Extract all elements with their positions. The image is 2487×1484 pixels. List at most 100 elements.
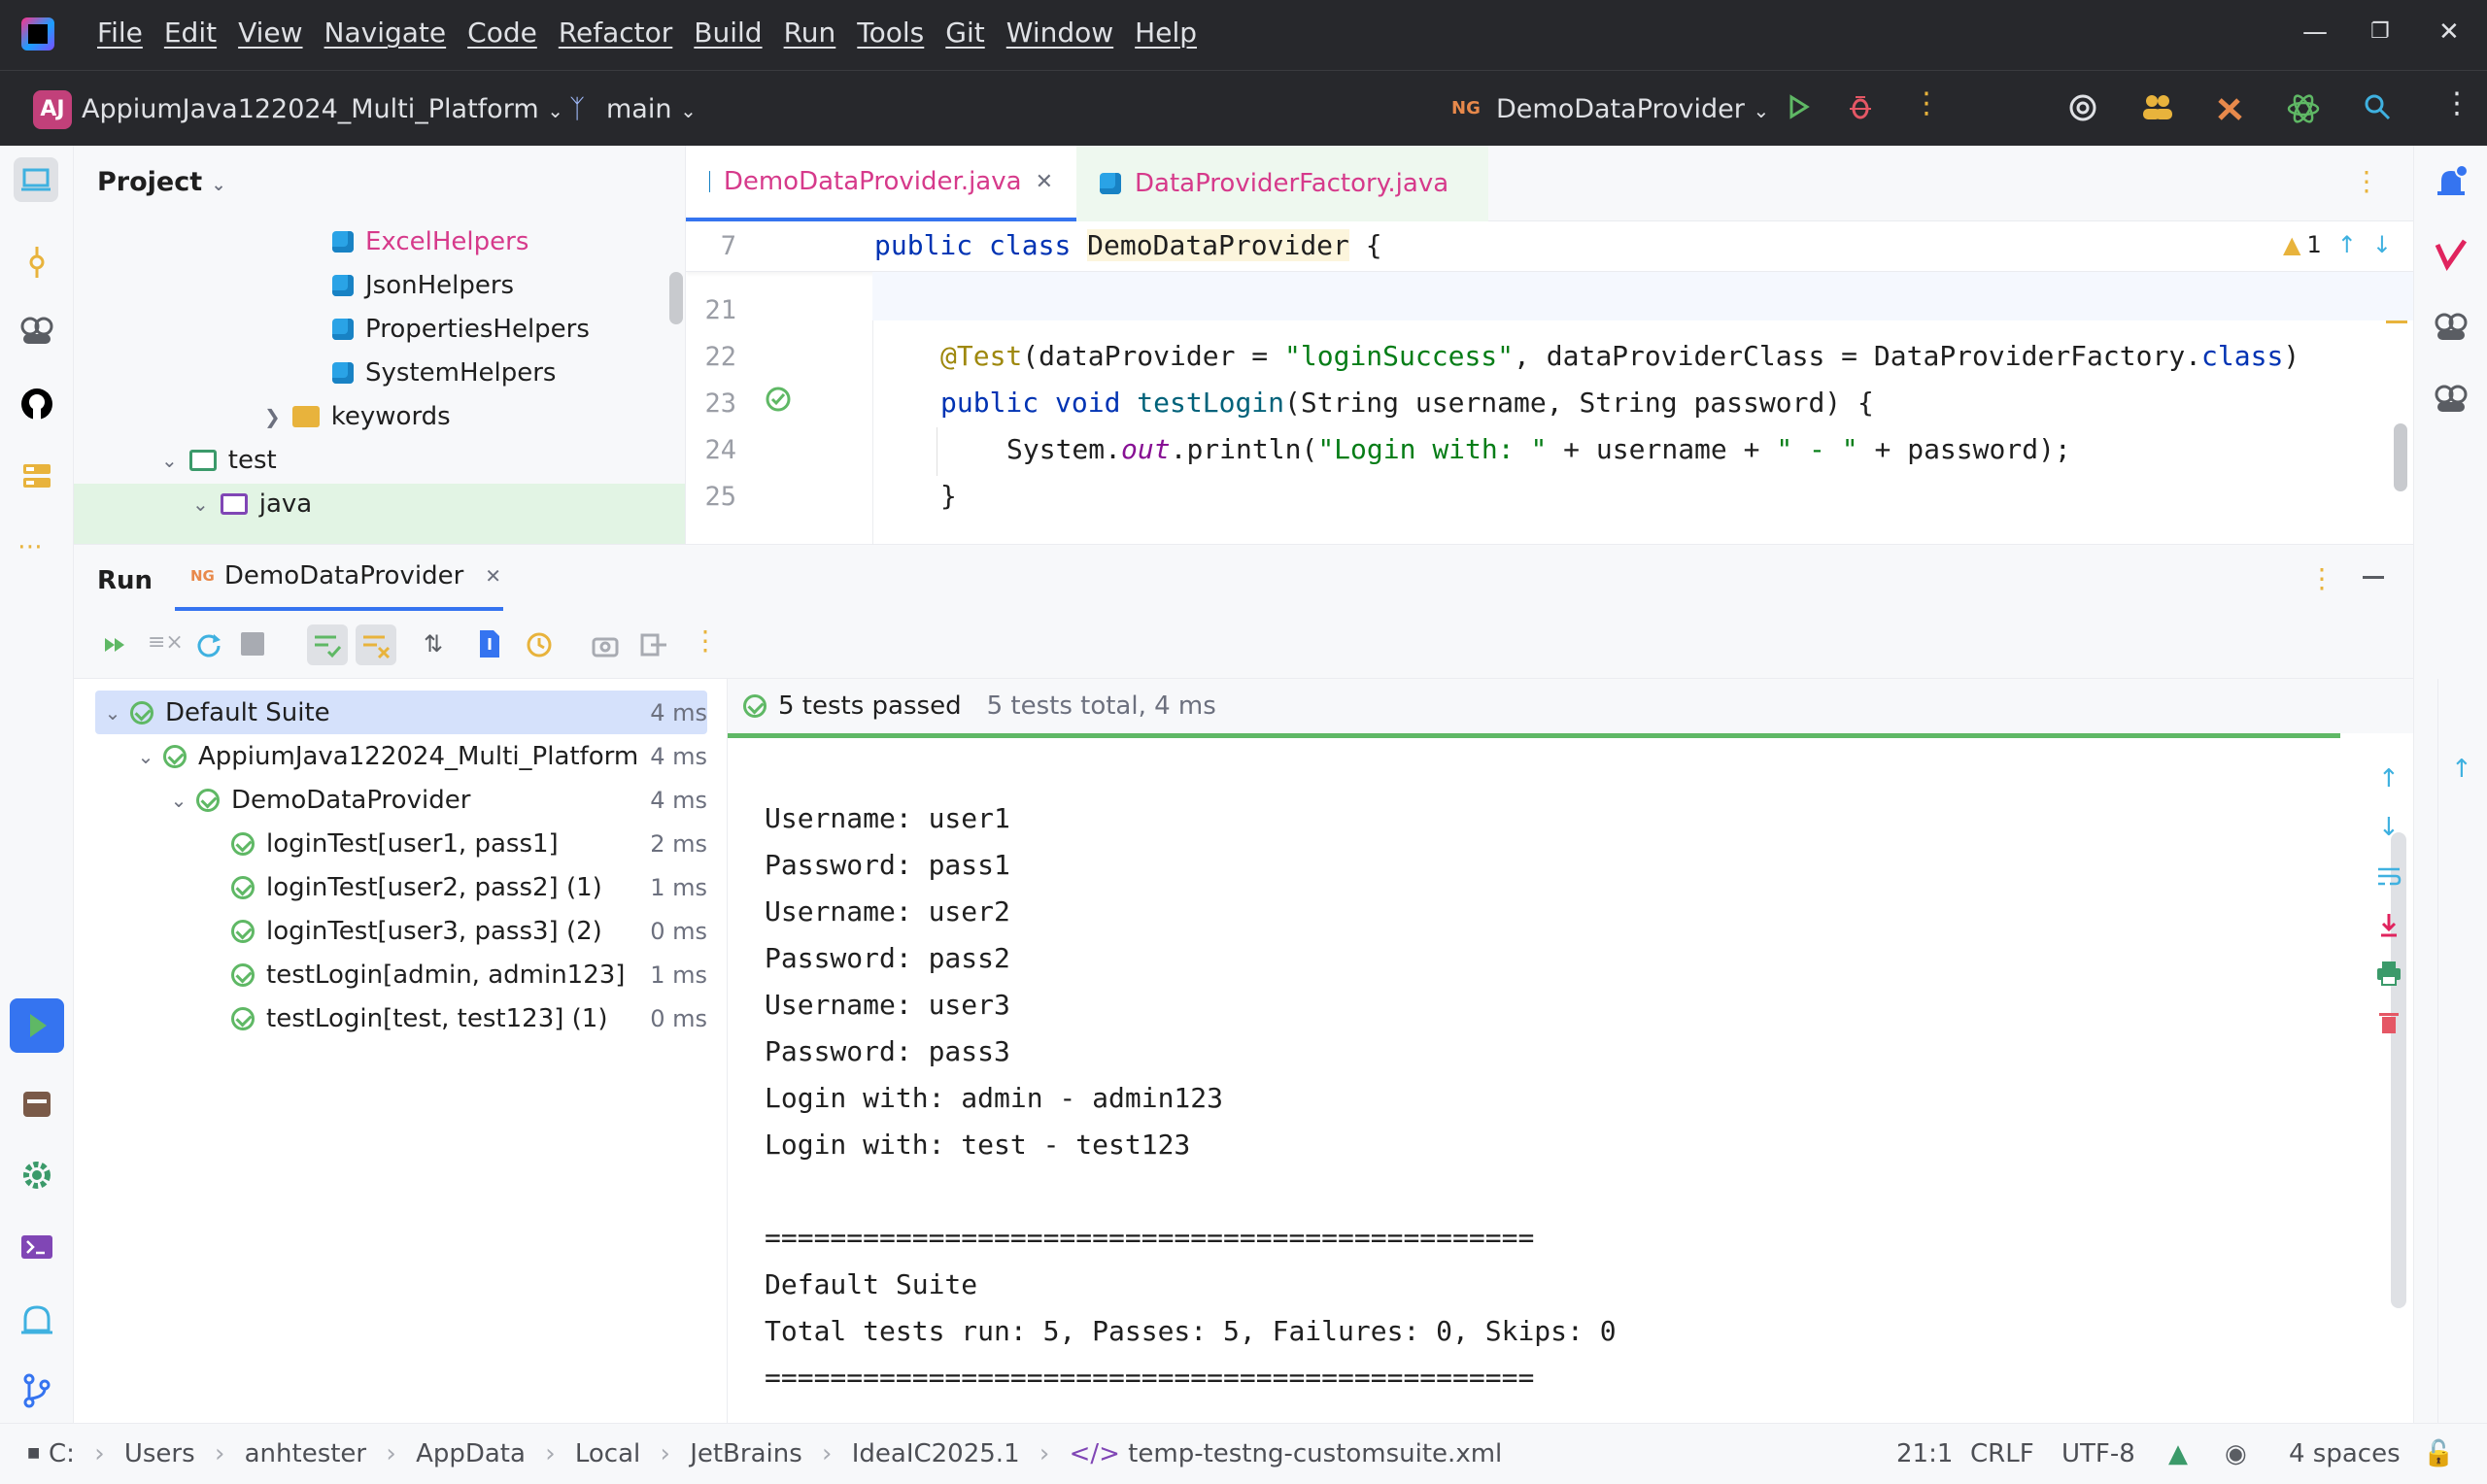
debug-icon[interactable] bbox=[1846, 92, 1875, 121]
tree-item-test[interactable]: ⌄ test bbox=[161, 446, 277, 475]
vivid-plugin-icon[interactable] bbox=[2432, 235, 2470, 274]
arrow-down-icon[interactable]: ↓ bbox=[2378, 813, 2400, 842]
menu-edit[interactable]: Edit bbox=[164, 17, 217, 49]
warning-stripe[interactable] bbox=[2386, 320, 2407, 323]
minimize-button[interactable]: — bbox=[2302, 17, 2328, 47]
test-row-project[interactable]: ⌄ AppiumJava122024_Multi_Platform 4 ms bbox=[128, 734, 707, 778]
menu-view[interactable]: View bbox=[238, 17, 302, 49]
more-tools-icon[interactable]: ⋯ bbox=[17, 532, 43, 561]
build-tools-icon[interactable] bbox=[2215, 92, 2246, 123]
breadcrumb-item[interactable]: IdeaIC2025.1 bbox=[852, 1439, 1020, 1468]
close-tab-icon[interactable]: ✕ bbox=[485, 564, 501, 588]
line-separator[interactable]: CRLF bbox=[1970, 1439, 2034, 1468]
project-tool-icon[interactable] bbox=[14, 157, 58, 202]
clear-tests-icon[interactable]: ≡× bbox=[148, 630, 184, 655]
export-icon[interactable] bbox=[639, 630, 668, 659]
project-panel-header[interactable]: Project ⌄ bbox=[97, 167, 226, 197]
copilot-agent-icon[interactable] bbox=[2432, 379, 2470, 418]
breadcrumb-item[interactable]: C: bbox=[49, 1439, 75, 1468]
editor-scrollbar[interactable] bbox=[2394, 423, 2407, 491]
breadcrumb-item[interactable]: JetBrains bbox=[690, 1439, 802, 1468]
tree-item-excelhelpers[interactable]: ExcelHelpers bbox=[332, 227, 528, 256]
run-options-icon[interactable]: ⋮ bbox=[2308, 562, 2335, 594]
inspection-widget[interactable]: ▲ 1 ↑ ↓ bbox=[2283, 231, 2392, 258]
tab-demodataprovider-run[interactable]: NG DemoDataProvider ✕ bbox=[175, 545, 503, 611]
test-passed-gutter-icon[interactable] bbox=[764, 385, 793, 414]
lock-icon[interactable]: 🔓 bbox=[2423, 1439, 2454, 1468]
tree-icon[interactable]: ▲ bbox=[2168, 1439, 2188, 1468]
project-badge[interactable]: AJ bbox=[33, 90, 72, 129]
import-tests-icon[interactable] bbox=[476, 628, 503, 659]
caret-position[interactable]: 21:1 bbox=[1896, 1439, 1953, 1468]
menu-help[interactable]: Help bbox=[1135, 17, 1197, 49]
arrow-up-icon[interactable]: ↑ bbox=[2337, 231, 2357, 258]
commit-icon[interactable] bbox=[17, 243, 56, 282]
test-row-default-suite[interactable]: ⌄ Default Suite 4 ms bbox=[95, 691, 707, 734]
print-icon[interactable] bbox=[2374, 959, 2403, 988]
restore-button[interactable]: ❐ bbox=[2370, 19, 2390, 44]
git-icon[interactable] bbox=[17, 1371, 56, 1410]
arrow-up-icon[interactable]: ↑ bbox=[2378, 764, 2400, 793]
test-row-class[interactable]: ⌄ DemoDataProvider 4 ms bbox=[161, 778, 707, 822]
menu-build[interactable]: Build bbox=[694, 17, 762, 49]
menu-tools[interactable]: Tools bbox=[857, 17, 924, 49]
ai-assistant-icon[interactable] bbox=[2067, 92, 2098, 123]
project-scrollbar[interactable] bbox=[669, 272, 683, 324]
show-ignored-toggle[interactable] bbox=[356, 624, 396, 665]
services-icon[interactable] bbox=[17, 1084, 56, 1123]
console-scrollbar[interactable] bbox=[2391, 832, 2406, 1308]
breadcrumb-item[interactable]: Local bbox=[575, 1439, 640, 1468]
test-row[interactable]: loginTest[user2, pass2] (1) 1 ms bbox=[231, 865, 707, 909]
test-row[interactable]: loginTest[user3, pass3] (2) 0 ms bbox=[231, 909, 707, 953]
run-config-selector[interactable]: DemoDataProvider ⌄ bbox=[1496, 94, 1769, 124]
breadcrumb-item[interactable]: AppData bbox=[416, 1439, 526, 1468]
project-selector[interactable]: AppiumJava122024_Multi_Platform ⌄ bbox=[82, 94, 563, 124]
settings-gear-icon[interactable] bbox=[17, 1156, 56, 1195]
close-window-button[interactable]: ✕ bbox=[2438, 17, 2460, 47]
structure-icon[interactable] bbox=[17, 456, 56, 495]
problems-icon[interactable] bbox=[17, 1299, 56, 1338]
show-passed-toggle[interactable] bbox=[307, 624, 348, 665]
clear-all-icon[interactable] bbox=[2374, 1007, 2403, 1036]
screenshot-icon[interactable] bbox=[591, 630, 620, 659]
more-actions-icon[interactable]: ⋮ bbox=[1912, 86, 1941, 120]
test-row[interactable]: loginTest[user1, pass1] 2 ms bbox=[231, 822, 707, 865]
notifications-icon[interactable] bbox=[2432, 163, 2470, 202]
tree-item-systemhelpers[interactable]: SystemHelpers bbox=[332, 358, 556, 388]
run-tool-icon[interactable] bbox=[10, 998, 64, 1053]
close-tab-icon[interactable]: ✕ bbox=[1036, 170, 1053, 194]
tree-item-keywords[interactable]: ❯ keywords bbox=[264, 402, 451, 431]
indent-setting[interactable]: 4 spaces bbox=[2289, 1439, 2401, 1468]
test-row[interactable]: testLogin[test, test123] (1) 0 ms bbox=[231, 996, 707, 1040]
run-icon[interactable] bbox=[1784, 92, 1813, 121]
terminal-icon[interactable] bbox=[17, 1228, 56, 1266]
search-icon[interactable] bbox=[2363, 92, 2392, 121]
more-icon[interactable]: ⋮ bbox=[692, 624, 719, 657]
menu-window[interactable]: Window bbox=[1006, 17, 1113, 49]
console-text[interactable]: Username: user1 Password: pass1 Username: … bbox=[765, 795, 1617, 1401]
github-icon[interactable] bbox=[17, 385, 56, 423]
menu-navigate[interactable]: Navigate bbox=[324, 17, 447, 49]
soft-wrap-icon[interactable] bbox=[2374, 861, 2403, 891]
breadcrumb-item[interactable]: temp-testng-customsuite.xml bbox=[1128, 1439, 1502, 1468]
code-with-me-icon[interactable] bbox=[2141, 92, 2174, 121]
scroll-to-end-icon[interactable] bbox=[2374, 910, 2403, 939]
menu-refactor[interactable]: Refactor bbox=[559, 17, 672, 49]
menu-code[interactable]: Code bbox=[467, 17, 537, 49]
stop-icon[interactable] bbox=[241, 632, 264, 656]
arrow-down-icon[interactable]: ↓ bbox=[2372, 231, 2392, 258]
intellij-logo-icon[interactable] bbox=[21, 17, 54, 51]
menu-run[interactable]: Run bbox=[784, 17, 836, 49]
tree-item-java[interactable]: ⌄ java bbox=[192, 489, 312, 519]
breadcrumb-item[interactable]: anhtester bbox=[245, 1439, 367, 1468]
tree-item-jsonhelpers[interactable]: JsonHelpers bbox=[332, 271, 514, 300]
copilot-chat-icon[interactable] bbox=[2432, 307, 2470, 346]
branch-selector[interactable]: main ⌄ bbox=[606, 94, 697, 124]
copilot-icon[interactable] bbox=[17, 311, 56, 350]
history-icon[interactable] bbox=[525, 630, 554, 659]
tab-demodataprovider[interactable]: DemoDataProvider.java ✕ bbox=[686, 146, 1076, 221]
tab-options-icon[interactable]: ⋮ bbox=[2353, 165, 2380, 197]
tree-item-propertieshelpers[interactable]: PropertiesHelpers bbox=[332, 315, 590, 344]
breadcrumb-item[interactable]: Users bbox=[124, 1439, 195, 1468]
test-row[interactable]: testLogin[admin, admin123] 1 ms bbox=[231, 953, 707, 996]
